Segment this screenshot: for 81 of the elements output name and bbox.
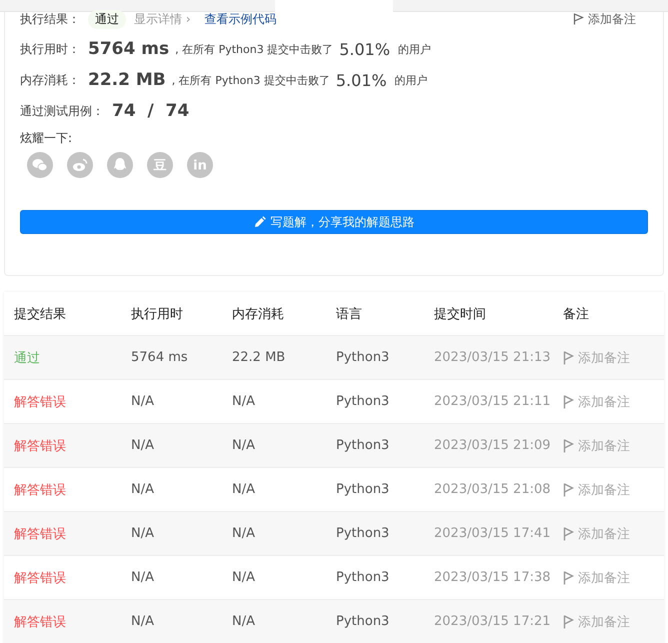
stat-label: 内存消耗： [20, 72, 80, 88]
stat-label: 执行用时： [20, 40, 80, 58]
table-cell-text: 2023/03/15 21:08 [433, 482, 552, 497]
column-header: 提交结果 [13, 306, 67, 322]
result-label: 执行结果： [20, 10, 80, 28]
table-cell-text: 5764 ms [130, 350, 189, 365]
table-cell-text: N/A [130, 526, 155, 541]
penguin-icon[interactable] [107, 152, 133, 178]
table-cell-text: N/A [231, 438, 256, 453]
table-cell-text: N/A [130, 614, 155, 629]
result-link[interactable]: 解答错误 [4, 436, 121, 454]
stat-text: 的用户 [394, 72, 428, 88]
table-cell-text: Python3 [335, 350, 390, 365]
table-cell-text: 2023/03/15 17:38 [433, 570, 552, 585]
column-header: 语言 [335, 306, 363, 322]
table-cell-text: 2023/03/15 21:13 [433, 350, 552, 365]
table-cell-text: 2023/03/15 21:11 [433, 394, 552, 409]
result-link[interactable]: 解答错误 [4, 480, 121, 498]
table-cell-text: 22.2 MB [231, 350, 286, 365]
result-link[interactable]: 解答错误 [4, 392, 121, 410]
status-badge: 通过 [88, 10, 126, 28]
table-cell-text: N/A [130, 482, 155, 497]
add-note-link[interactable]: 添加备注 [553, 612, 630, 630]
douban-icon[interactable]: 豆 [147, 152, 173, 178]
table-cell-text: N/A [130, 394, 155, 409]
details-link[interactable]: 显示详情 › [134, 10, 191, 28]
table-cell-text: 2023/03/15 21:09 [433, 438, 552, 453]
table-cell-text: 2023/03/15 17:41 [433, 526, 552, 541]
add-note-link[interactable]: 添加备注 [553, 392, 630, 410]
flag-icon [563, 394, 574, 408]
add-note-link[interactable]: 添加备注 [553, 480, 630, 498]
flag-icon [563, 614, 574, 628]
table-cell-text: N/A [130, 438, 155, 453]
add-note-link[interactable]: 添加备注 [553, 524, 630, 542]
stat-text: 的用户 [398, 42, 432, 56]
result-link[interactable]: 解答错误 [4, 524, 121, 542]
table-cell-text: N/A [130, 570, 155, 585]
stat-value: 5764 ms [88, 39, 170, 59]
result-link[interactable]: 解答错误 [4, 612, 121, 630]
table-cell-text: Python3 [335, 570, 390, 585]
write-solution-button[interactable]: 写题解，分享我的解题思路 [20, 210, 648, 234]
flag-icon [563, 482, 574, 496]
column-header: 内存消耗 [231, 306, 285, 322]
table-cell-text: N/A [231, 394, 256, 409]
eye-swirl-icon[interactable] [67, 152, 93, 178]
flag-icon [563, 350, 574, 364]
sample-code-link[interactable]: 查看示例代码 [204, 10, 277, 28]
table-cell-text: Python3 [335, 482, 390, 497]
table-cell-text: Python3 [335, 526, 390, 541]
table-cell-text: 2023/03/15 17:21 [433, 614, 552, 629]
column-header: 执行用时 [130, 306, 184, 322]
stat-percent: 5.01% [339, 40, 390, 58]
add-note-link[interactable]: 添加备注 [573, 10, 636, 28]
flag-icon [563, 570, 574, 584]
flag-icon [573, 13, 584, 25]
result-link[interactable]: 通过 [4, 348, 121, 366]
tests-label: 通过测试用例： [20, 102, 104, 120]
table-cell-text: N/A [231, 526, 256, 541]
stat-percent: 5.01% [336, 70, 387, 90]
table-cell-text: Python3 [335, 394, 390, 409]
table-cell-text: N/A [231, 570, 256, 585]
add-note-link[interactable]: 添加备注 [553, 436, 630, 454]
stat-value: 22.2 MB [88, 70, 166, 90]
flag-icon [563, 438, 574, 452]
column-header: 备注 [562, 306, 589, 322]
linkedin-icon[interactable]: in [187, 152, 213, 178]
tests-value: 74 / 74 [112, 101, 190, 121]
table-cell-text: N/A [231, 614, 256, 629]
table-cell-text: Python3 [335, 614, 390, 629]
stat-text: , 在所有 Python3 提交中击败了 [175, 42, 334, 56]
chat-bubbles-icon[interactable] [27, 152, 53, 178]
flag-icon [563, 526, 574, 540]
add-note-link[interactable]: 添加备注 [553, 348, 630, 366]
stat-text: , 在所有 Python3 提交中击败了 [172, 72, 330, 88]
pencil-icon [254, 216, 266, 228]
table-cell-text: Python3 [335, 438, 390, 453]
table-cell-text: N/A [231, 482, 256, 497]
share-label: 炫耀一下: [20, 130, 74, 147]
add-note-link[interactable]: 添加备注 [553, 568, 630, 586]
column-header: 提交时间 [433, 306, 487, 322]
result-link[interactable]: 解答错误 [4, 568, 121, 586]
